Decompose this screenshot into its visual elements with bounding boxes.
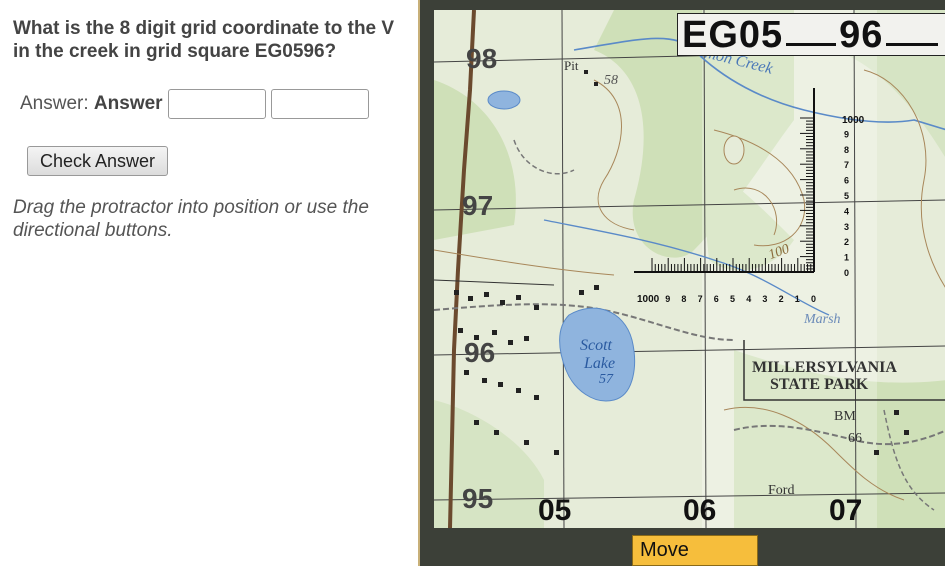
lake-label-1: Scott bbox=[580, 337, 613, 354]
grid-line bbox=[561, 10, 565, 528]
hilltop bbox=[723, 135, 745, 165]
answer-input-easting[interactable] bbox=[167, 89, 266, 119]
grid-square-title: EG05 96 bbox=[677, 13, 945, 56]
pit-label: Pit bbox=[564, 58, 579, 73]
answer-input-northing[interactable] bbox=[270, 89, 369, 119]
northing-label-98: 98 bbox=[466, 43, 497, 74]
protractor-vertical-scale-top: 1000 bbox=[842, 115, 865, 126]
answer-label-bold: Answer bbox=[93, 93, 163, 114]
map-panel: Salmon Creek Scott Lake 57 MILLERSYLVANI… bbox=[418, 0, 945, 566]
contour-line bbox=[593, 79, 635, 231]
topographic-map[interactable]: Salmon Creek Scott Lake 57 MILLERSYLVANI… bbox=[434, 10, 945, 528]
hint-text: Drag the protractor into position or use… bbox=[13, 197, 369, 241]
northing-label-95: 95 bbox=[462, 483, 493, 514]
easting-label-06: 06 bbox=[683, 494, 717, 527]
benchmark-label: BM bbox=[834, 409, 856, 424]
protractor-horizontal-scale-left: 1000 bbox=[637, 294, 660, 305]
northing-label-96: 96 bbox=[464, 337, 495, 368]
protractor-vertical-label: 8 bbox=[844, 145, 849, 155]
map-drawing: Salmon Creek Scott Lake 57 MILLERSYLVANI… bbox=[434, 10, 945, 528]
grid-title-prefix: EG05 bbox=[682, 14, 784, 56]
road bbox=[434, 279, 555, 286]
contour-line bbox=[434, 249, 615, 276]
grid-title-suffix: 96 bbox=[839, 14, 884, 56]
protractor-vertical-label: 2 bbox=[844, 237, 849, 247]
protractor-horizontal-label: 5 bbox=[730, 294, 735, 304]
protractor-horizontal-label: 3 bbox=[762, 294, 767, 304]
ford-label: Ford bbox=[768, 483, 794, 498]
benchmark-value: 66 bbox=[848, 431, 862, 446]
protractor-vertical-label: 7 bbox=[844, 160, 849, 170]
easting-label-05: 05 bbox=[538, 494, 572, 527]
protractor-overlay bbox=[702, 10, 877, 528]
park-label-1: MILLERSYLVANIA bbox=[752, 359, 897, 376]
pond bbox=[487, 90, 521, 110]
grid-title-blank bbox=[786, 14, 837, 46]
park-label-2: STATE PARK bbox=[770, 376, 869, 393]
move-button[interactable]: Move bbox=[632, 535, 758, 566]
protractor-vertical-label: 9 bbox=[844, 129, 849, 139]
lake-label-2: Lake bbox=[583, 355, 615, 372]
protractor-vertical-label: 0 bbox=[844, 268, 849, 278]
protractor-horizontal-label: 0 bbox=[811, 294, 816, 304]
protractor-vertical-label: 1 bbox=[844, 253, 849, 263]
protractor-horizontal-label: 9 bbox=[665, 294, 670, 304]
protractor-vertical-label: 5 bbox=[844, 191, 849, 201]
easting-label-07: 07 bbox=[829, 494, 863, 527]
protractor-horizontal-label: 2 bbox=[779, 294, 784, 304]
marsh-label: Marsh bbox=[803, 312, 841, 327]
protractor-horizontal-label: 1 bbox=[795, 294, 800, 304]
northing-label-97: 97 bbox=[462, 190, 493, 221]
answer-row: Answer: Answer bbox=[20, 89, 369, 119]
grid-title-blank bbox=[886, 14, 939, 46]
answer-label: Answer: Answer bbox=[20, 93, 163, 115]
road bbox=[513, 139, 575, 175]
protractor-horizontal-label: 4 bbox=[746, 294, 751, 304]
answer-label-prefix: Answer: bbox=[20, 93, 94, 114]
lake-elevation: 57 bbox=[599, 372, 614, 387]
protractor-horizontal-label: 8 bbox=[681, 294, 686, 304]
question-panel: What is the 8 digit grid coordinate to t… bbox=[0, 0, 418, 566]
protractor-horizontal-label: 7 bbox=[698, 294, 703, 304]
check-answer-button[interactable]: Check Answer bbox=[27, 146, 168, 176]
protractor-vertical-label: 3 bbox=[844, 222, 849, 232]
spot-elevation: 58 bbox=[604, 73, 618, 88]
protractor-vertical-label: 6 bbox=[844, 176, 849, 186]
question-text: What is the 8 digit grid coordinate to t… bbox=[13, 18, 395, 62]
protractor-horizontal-label: 6 bbox=[714, 294, 719, 304]
protractor-vertical-label: 4 bbox=[844, 206, 849, 216]
